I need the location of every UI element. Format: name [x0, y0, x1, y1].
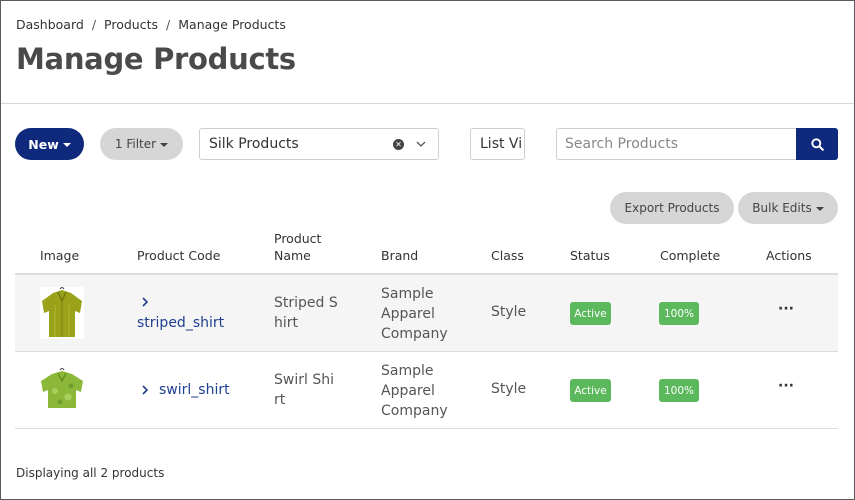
complete-badge: 100%	[659, 302, 699, 325]
brand-line: Sample	[381, 286, 434, 302]
results-count-prefix: Displaying	[16, 466, 83, 480]
export-products-button[interactable]: Export Products	[610, 192, 734, 224]
header-product-name[interactable]: Product Name	[274, 230, 338, 264]
product-code-link[interactable]: striped_shirt	[137, 315, 224, 331]
header-divider	[1, 103, 854, 104]
breadcrumb-current: Manage Products	[178, 17, 286, 32]
saved-search-value: Silk Products	[209, 136, 299, 152]
product-name-line: hirt	[274, 315, 299, 331]
table-header: Image Product Code Product Name Brand Cl…	[15, 228, 838, 275]
breadcrumb-separator: /	[91, 17, 97, 32]
product-name-cell: Striped S hirt	[274, 293, 338, 333]
product-code-cell[interactable]: striped_shirt	[137, 293, 224, 333]
bulk-edits-label: Bulk Edits	[752, 201, 812, 215]
table-row: swirl_shirt Swirl Shi rt Sample Apparel …	[15, 352, 838, 429]
header-brand[interactable]: Brand	[381, 247, 418, 264]
breadcrumb-separator: /	[166, 17, 171, 32]
filter-button[interactable]: 1 Filter	[100, 128, 183, 160]
caret-down-icon	[160, 143, 169, 147]
export-products-label: Export Products	[624, 201, 720, 215]
caret-down-icon	[815, 207, 824, 211]
brand-line: Company	[381, 326, 448, 342]
clear-icon[interactable]: ✕	[393, 138, 404, 150]
brand-cell: Sample Apparel Company	[381, 361, 448, 421]
breadcrumb-dashboard[interactable]: Dashboard	[16, 17, 84, 32]
view-mode-select[interactable]: List Vi	[470, 128, 525, 160]
product-code-cell[interactable]: swirl_shirt	[137, 380, 230, 400]
product-name-line: rt	[274, 392, 286, 408]
status-badge: Active	[570, 379, 611, 402]
brand-line: Apparel	[381, 383, 435, 399]
swirl-shirt-thumbnail[interactable]	[40, 364, 84, 416]
product-name-line: Striped S	[274, 295, 338, 311]
chevron-right-icon[interactable]	[137, 385, 149, 395]
header-complete[interactable]: Complete	[660, 247, 720, 264]
brand-cell: Sample Apparel Company	[381, 284, 448, 344]
page-title: Manage Products	[16, 42, 296, 76]
product-name-cell: Swirl Shi rt	[274, 370, 334, 410]
class-cell: Style	[491, 381, 527, 397]
table-row: striped_shirt Striped S hirt Sample Appa…	[15, 275, 838, 352]
saved-search-select[interactable]: Silk Products ✕	[199, 128, 439, 160]
complete-badge: 100%	[659, 379, 699, 402]
header-class[interactable]: Class	[491, 247, 524, 264]
search-button[interactable]	[796, 128, 838, 160]
product-name-line: Swirl Shi	[274, 372, 334, 388]
filter-button-label: 1 Filter	[114, 137, 157, 151]
results-count: Displaying all 2 products	[16, 466, 164, 480]
bulk-edits-button[interactable]: Bulk Edits	[738, 192, 838, 224]
class-cell: Style	[491, 304, 527, 320]
breadcrumb-products[interactable]: Products	[104, 17, 158, 32]
row-actions-menu[interactable]: ···	[778, 378, 794, 394]
brand-line: Company	[381, 403, 448, 419]
chevron-right-icon[interactable]	[137, 293, 224, 313]
products-table: Image Product Code Product Name Brand Cl…	[15, 228, 838, 429]
chevron-down-icon[interactable]	[416, 141, 426, 147]
header-image: Image	[40, 248, 80, 263]
header-product-code[interactable]: Product Code	[137, 247, 220, 264]
status-badge: Active	[570, 302, 611, 325]
brand-line: Apparel	[381, 306, 435, 322]
results-count-suffix: products	[108, 466, 165, 480]
header-status[interactable]: Status	[570, 247, 610, 264]
new-button-label: New	[28, 136, 59, 152]
results-count-emphasis: all 2	[82, 466, 109, 480]
search-input[interactable]	[556, 128, 797, 160]
new-button[interactable]: New	[15, 128, 84, 160]
search-icon	[810, 137, 824, 151]
row-actions-menu[interactable]: ···	[778, 301, 794, 317]
header-actions: Actions	[766, 248, 812, 263]
brand-line: Sample	[381, 363, 434, 379]
product-code-link[interactable]: swirl_shirt	[159, 380, 230, 400]
breadcrumb: Dashboard / Products / Manage Products	[16, 17, 286, 32]
caret-down-icon	[62, 143, 71, 147]
striped-shirt-thumbnail[interactable]	[40, 287, 84, 339]
